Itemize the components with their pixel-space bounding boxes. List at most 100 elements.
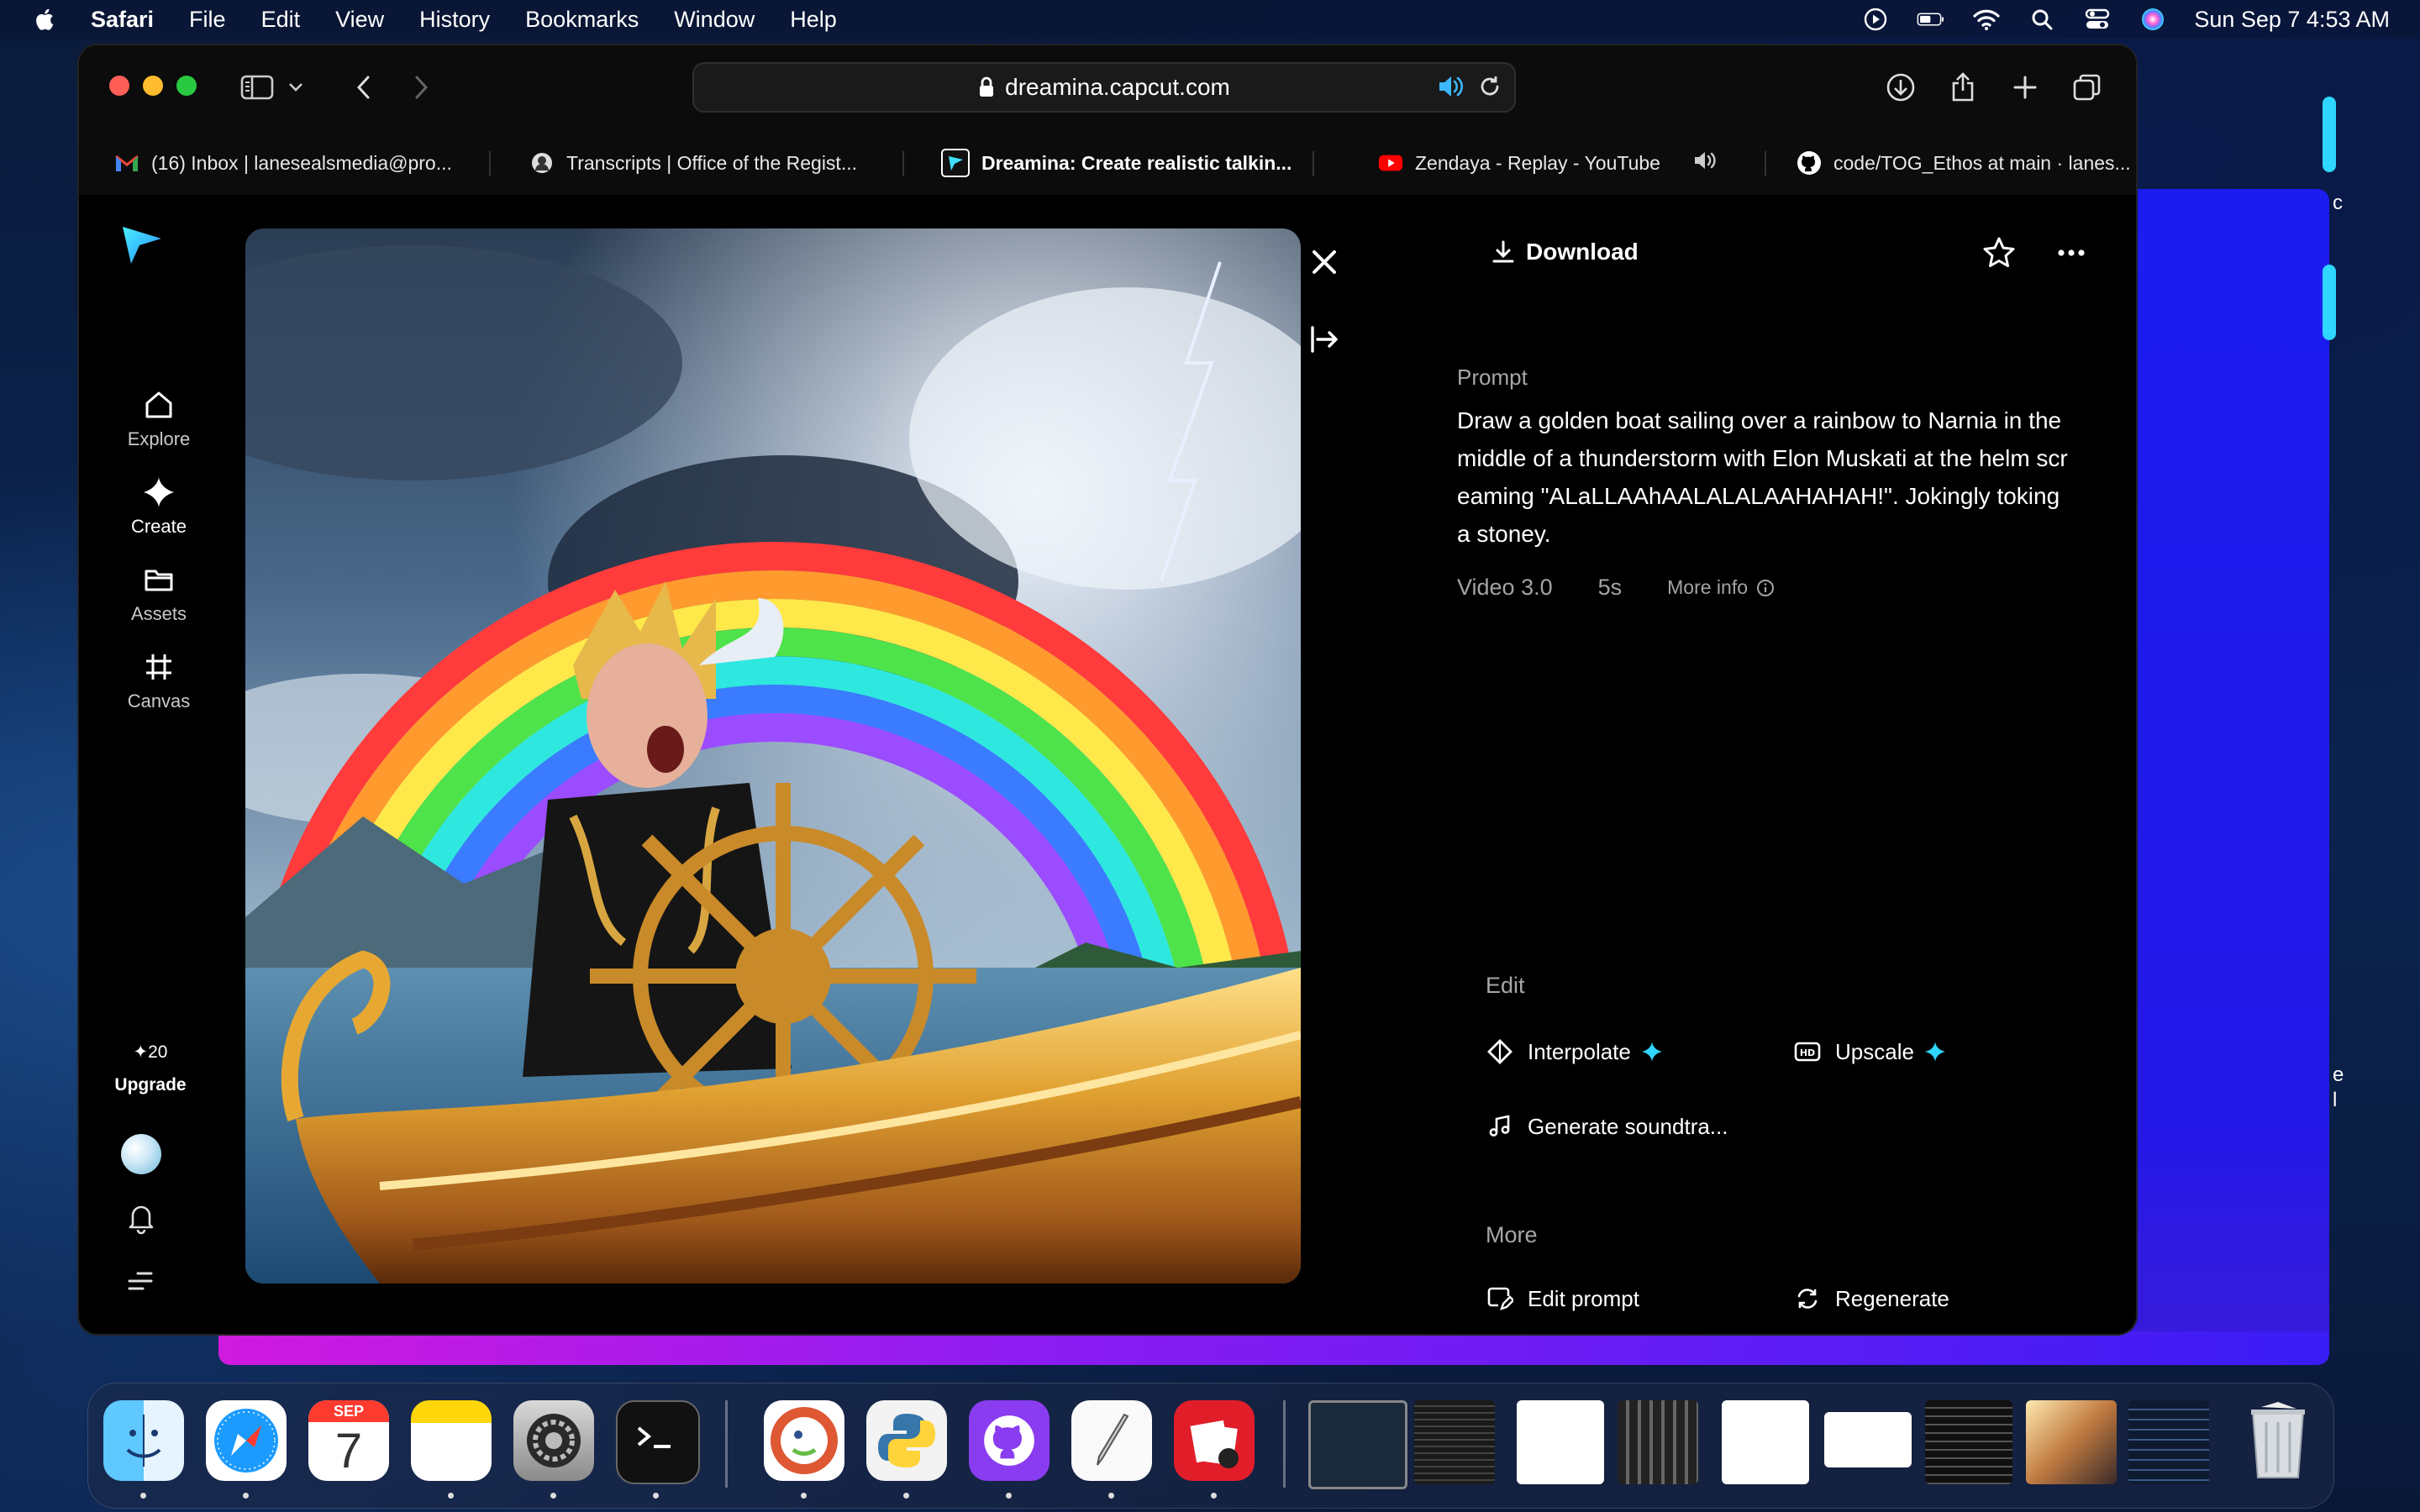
dock-running-indicator [140,1493,146,1499]
system-settings-icon[interactable] [513,1400,594,1481]
python-launcher-icon[interactable] [866,1400,947,1481]
trash-icon[interactable] [2238,1400,2318,1481]
tab-overview-icon[interactable] [2069,69,2106,106]
menu-file[interactable]: File [189,7,226,33]
minimized-window-thumbnail[interactable] [1308,1400,1407,1489]
minimized-window-thumbnail[interactable] [1414,1400,1495,1484]
duckduckgo-icon[interactable] [764,1400,844,1481]
generate-soundtrack-button[interactable]: Generate soundtra... [1486,1112,1728,1141]
address-bar[interactable]: dreamina.capcut.com [692,62,1516,113]
avatar[interactable] [121,1134,161,1174]
credits-count[interactable]: ✦20 [79,1042,222,1063]
upscale-button[interactable]: HD Upscale [1793,1037,1946,1066]
chevron-down-icon[interactable] [284,69,308,106]
share-icon[interactable] [1944,69,1981,106]
close-window-button[interactable] [109,76,129,96]
minimized-window-thumbnail[interactable] [1722,1400,1809,1484]
wifi-icon[interactable] [1972,7,2001,32]
play-status-icon[interactable] [1861,7,1890,32]
upgrade-button[interactable]: Upgrade [79,1075,222,1095]
close-icon[interactable] [1306,244,1343,281]
tab-separator [1313,151,1314,176]
fullscreen-window-button[interactable] [176,76,197,96]
tab-gmail[interactable]: (16) Inbox | lanesealsmedia@pro... [114,131,452,195]
tab-audio-icon[interactable] [1692,150,1719,176]
background-window-accent [2323,265,2336,340]
script-editor-icon[interactable] [1071,1400,1152,1481]
edit-prompt-button[interactable]: Edit prompt [1486,1284,1639,1313]
downloads-icon[interactable] [1882,69,1919,106]
battery-icon[interactable] [1917,7,1945,32]
background-window-strip [218,1331,2329,1365]
safari-app-icon[interactable] [206,1400,287,1481]
sidebar-item-explore[interactable]: Explore [79,388,239,450]
sidebar-item-create[interactable]: Create [79,475,239,538]
github-desktop-icon[interactable] [969,1400,1050,1481]
tab-github[interactable]: code/TOG_Ethos at main · lanes... [1797,131,2131,195]
download-icon [1492,240,1514,263]
photo-booth-icon[interactable] [1174,1400,1255,1481]
more-options-icon[interactable] [2054,235,2089,270]
regenerate-icon [1793,1284,1822,1313]
more-info-link[interactable]: More info [1667,576,1775,599]
sidebar-item-canvas[interactable]: Canvas [79,650,239,712]
tab-separator [1765,151,1766,176]
control-center-icon[interactable] [2083,7,2112,32]
new-tab-icon[interactable] [2007,69,2044,106]
calendar-day: 7 [334,1424,363,1478]
spotlight-search-icon[interactable] [2028,7,2056,32]
minimized-window-thumbnail[interactable] [2026,1400,2117,1484]
clock[interactable]: Sun Sep 7 4:53 AM [2194,7,2390,33]
peek-text: e [2333,1063,2344,1086]
finder-icon[interactable] [103,1400,184,1481]
menu-help[interactable]: Help [790,7,837,33]
favorite-star-icon[interactable] [1981,235,2017,270]
minimized-window-thumbnail[interactable] [1517,1400,1604,1484]
forward-icon[interactable] [403,69,440,106]
siri-icon[interactable] [2139,7,2167,32]
tab-title: Zendaya - Replay - YouTube [1415,151,1660,174]
dreamina-logo-icon[interactable] [118,220,165,267]
apple-icon[interactable] [34,6,59,33]
regenerate-button[interactable]: Regenerate [1793,1284,1949,1313]
menu-window[interactable]: Window [674,7,755,33]
menu-view[interactable]: View [335,7,384,33]
back-icon[interactable] [345,69,381,106]
background-window-accent [2323,97,2336,172]
minimize-window-button[interactable] [143,76,163,96]
minimized-window-thumbnail[interactable] [1618,1400,1698,1484]
generated-image[interactable] [245,228,1301,1284]
gmail-icon [114,150,139,176]
menu-bookmarks[interactable]: Bookmarks [525,7,639,33]
minimized-window-thumbnail[interactable] [1925,1400,2012,1484]
sidebar-item-label: Assets [130,603,187,624]
sidebar-toggle-icon[interactable] [239,69,276,106]
tab-transcripts[interactable]: Transcripts | Office of the Regist... [529,131,857,195]
site-icon [529,150,555,176]
reload-icon[interactable] [1477,74,1502,99]
tab-youtube[interactable]: Zendaya - Replay - YouTube [1378,131,1719,195]
download-button[interactable]: Download [1491,239,1639,265]
interpolate-button[interactable]: Interpolate [1486,1037,1663,1066]
notes-icon[interactable] [411,1400,492,1481]
dock-separator [725,1400,728,1488]
bell-icon[interactable] [126,1201,156,1235]
details-panel: Download Prompt Draw a golden boat saili… [1457,195,2129,1334]
sidebar-item-assets[interactable]: Assets [79,563,239,625]
audio-playing-icon[interactable] [1437,74,1465,99]
minimized-window-thumbnail[interactable] [1824,1412,1912,1467]
menu-history[interactable]: History [419,7,490,33]
tab-dreamina[interactable]: Dreamina: Create realistic talkin... [941,131,1292,195]
calendar-icon[interactable]: SEP 7 [308,1400,389,1481]
dock-running-indicator [448,1493,454,1499]
menu-edit[interactable]: Edit [261,7,301,33]
terminal-icon[interactable] [616,1400,700,1484]
collapse-panel-icon[interactable] [1306,321,1343,358]
menu-icon[interactable] [128,1270,153,1292]
tab-title: Dreamina: Create realistic talkin... [981,151,1292,174]
minimized-window-thumbnail[interactable] [2128,1400,2209,1484]
menu-app-name[interactable]: Safari [91,7,154,33]
dreamina-icon [941,149,970,177]
tab-title: code/TOG_Ethos at main · lanes... [1833,151,2131,174]
sparkle-icon [144,477,174,507]
